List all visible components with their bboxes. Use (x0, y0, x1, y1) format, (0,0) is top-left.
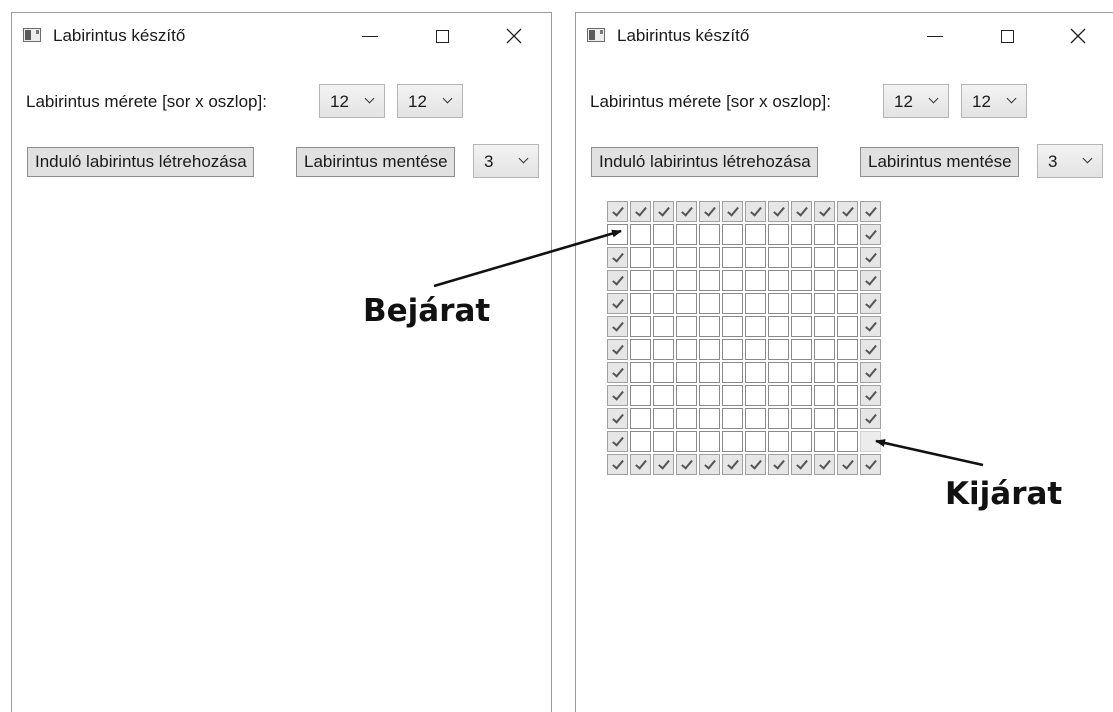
exit-arrow (875, 439, 984, 467)
annotation-arrows (433, 229, 984, 467)
exit-label: Kijárat (945, 476, 1063, 512)
entrance-label: Bejárat (363, 293, 491, 329)
entrance-arrow (433, 229, 622, 288)
